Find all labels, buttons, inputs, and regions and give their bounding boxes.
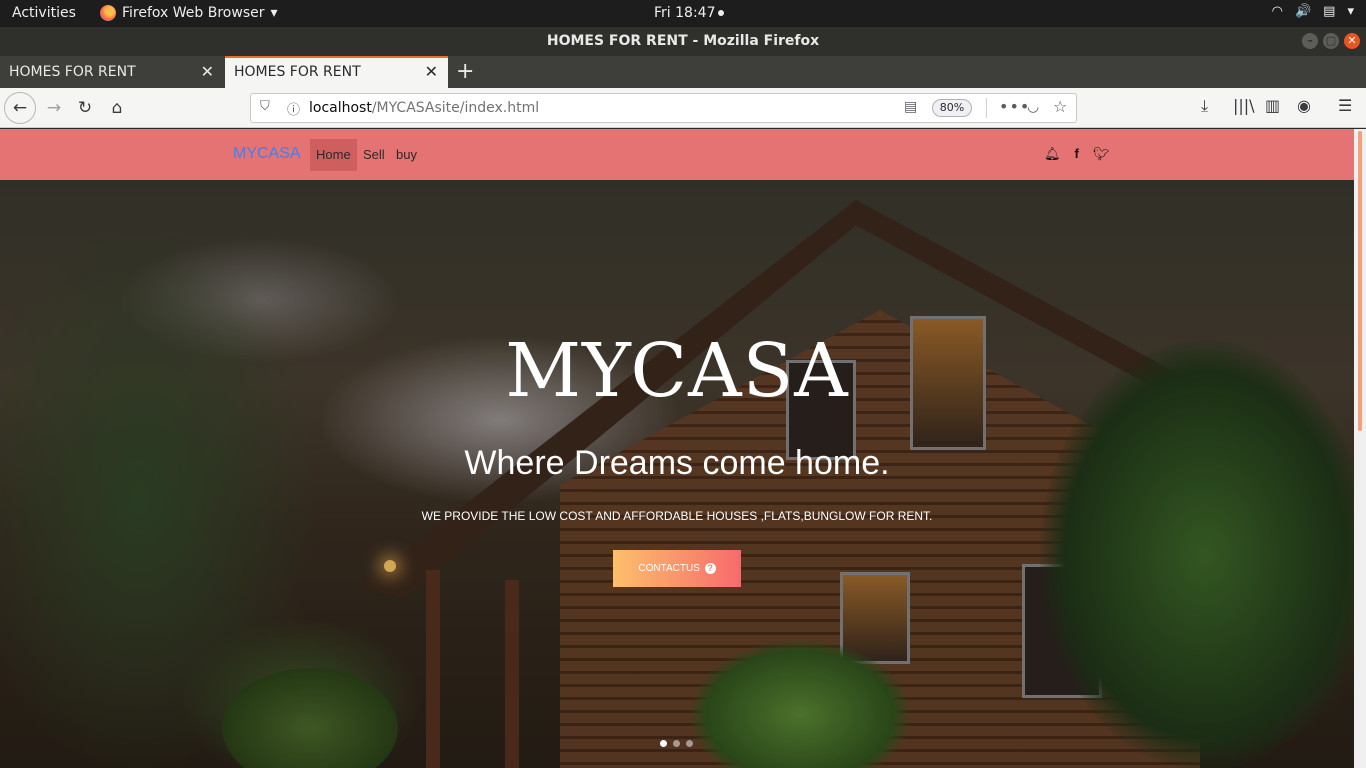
page-scrollbar[interactable] bbox=[1354, 129, 1366, 768]
page-actions-menu-icon[interactable]: ••• bbox=[999, 97, 1030, 116]
nav-link-sell[interactable]: Sell bbox=[357, 139, 391, 171]
forward-arrow-icon[interactable]: → bbox=[40, 94, 68, 122]
volume-icon: 🔊 bbox=[1294, 4, 1312, 19]
carousel-indicator[interactable] bbox=[686, 740, 693, 747]
hero-description: WE PROVIDE THE LOW COST AND AFFORDABLE H… bbox=[421, 509, 933, 523]
notification-dot-icon bbox=[718, 10, 725, 16]
clock-label: Fri 18:47 bbox=[654, 5, 716, 21]
tab-label: HOMES FOR RENT bbox=[9, 64, 136, 80]
zoom-level-badge[interactable]: 80% bbox=[932, 99, 972, 117]
twitter-icon[interactable]: 🐦︎ bbox=[1093, 146, 1110, 162]
system-top-bar: Activities Firefox Web Browser ▾ Fri 18:… bbox=[0, 0, 1366, 27]
hero-subtitle: Where Dreams come home. bbox=[464, 444, 890, 482]
facebook-icon[interactable]: f bbox=[1075, 146, 1079, 162]
clipboard-icon: ▤ bbox=[1323, 4, 1336, 19]
minimize-icon[interactable]: – bbox=[1302, 33, 1318, 49]
reload-icon[interactable]: ↻ bbox=[71, 94, 99, 122]
close-tab-icon[interactable]: ✕ bbox=[201, 56, 214, 88]
url-bar[interactable]: ⛉ ⓘ localhost/MYCASAsite/index.html ▤ 80… bbox=[250, 93, 1077, 123]
site-info-icon[interactable]: ⓘ bbox=[287, 99, 300, 118]
new-tab-plus-icon[interactable]: + bbox=[456, 56, 474, 88]
clock[interactable]: Fri 18:47 bbox=[654, 5, 725, 21]
bookmark-star-icon[interactable]: ☆ bbox=[1053, 97, 1067, 116]
nav-social-icons: 🔔︎ f 🐦︎ bbox=[1044, 146, 1109, 162]
close-window-icon[interactable]: ✕ bbox=[1344, 33, 1360, 49]
nav-link-buy[interactable]: buy bbox=[390, 139, 423, 171]
carousel-indicators bbox=[660, 740, 693, 747]
back-arrow-icon[interactable]: ← bbox=[4, 92, 36, 124]
contact-us-label: CONTACTUS bbox=[638, 563, 700, 574]
url-text[interactable]: localhost/MYCASAsite/index.html bbox=[309, 100, 539, 116]
site-brand[interactable]: MYCASA bbox=[233, 145, 301, 163]
hero-title: MYCASA bbox=[505, 328, 849, 414]
home-icon[interactable]: ⌂ bbox=[103, 94, 131, 122]
tab-homes-for-rent-2[interactable]: HOMES FOR RENT ✕ bbox=[225, 56, 448, 88]
tracking-shield-icon[interactable]: ⛉ bbox=[260, 99, 270, 114]
tab-label: HOMES FOR RENT bbox=[234, 64, 361, 80]
firefox-logo-icon bbox=[100, 5, 116, 21]
app-menu[interactable]: Firefox Web Browser ▾ bbox=[100, 5, 278, 21]
maximize-icon[interactable]: ▢ bbox=[1323, 33, 1339, 49]
scrollbar-thumb[interactable] bbox=[1358, 131, 1362, 431]
hamburger-menu-icon[interactable]: ☰ bbox=[1338, 96, 1352, 115]
browser-toolbar: ← → ↻ ⌂ ⛉ ⓘ localhost/MYCASAsite/index.h… bbox=[0, 88, 1366, 128]
tab-homes-for-rent-1[interactable]: HOMES FOR RENT ✕ bbox=[0, 56, 224, 88]
window-titlebar: HOMES FOR RENT - Mozilla Firefox – ▢ ✕ bbox=[0, 27, 1366, 56]
hero-carousel: MYCASA Where Dreams come home. WE PROVID… bbox=[0, 180, 1366, 768]
window-controls: – ▢ ✕ bbox=[1302, 33, 1360, 49]
site-navbar: MYCASA Home Sell buy 🔔︎ f 🐦︎ bbox=[0, 129, 1354, 180]
carousel-indicator[interactable] bbox=[673, 740, 680, 747]
window-title: HOMES FOR RENT - Mozilla Firefox bbox=[546, 33, 820, 49]
pocket-icon[interactable]: ◡ bbox=[1027, 99, 1039, 115]
tab-strip: HOMES FOR RENT ✕ HOMES FOR RENT ✕ + bbox=[0, 56, 1366, 88]
library-icon[interactable]: |||\ bbox=[1233, 96, 1255, 115]
close-tab-icon[interactable]: ✕ bbox=[425, 58, 438, 86]
contact-us-button[interactable]: CONTACTUS ? bbox=[613, 550, 741, 587]
reader-view-icon[interactable]: ▤ bbox=[904, 99, 917, 115]
url-host: localhost bbox=[309, 100, 372, 116]
carousel-indicator[interactable] bbox=[660, 740, 667, 747]
web-page: MYCASA Home Sell buy 🔔︎ f 🐦︎ MYCASA Wher… bbox=[0, 129, 1366, 768]
chevron-down-icon: ▾ bbox=[1347, 4, 1354, 19]
urlbar-separator bbox=[986, 98, 987, 118]
sidebar-icon[interactable]: ▥ bbox=[1265, 96, 1280, 115]
nav-link-home[interactable]: Home bbox=[310, 139, 357, 171]
question-circle-icon: ? bbox=[704, 563, 716, 574]
chevron-down-icon: ▾ bbox=[270, 5, 278, 21]
bell-icon[interactable]: 🔔︎ bbox=[1044, 146, 1061, 162]
url-path: /MYCASAsite/index.html bbox=[371, 100, 540, 116]
wifi-icon: ◠ bbox=[1271, 4, 1283, 19]
downloads-icon[interactable]: ⤓ bbox=[1201, 96, 1208, 116]
activities-button[interactable]: Activities bbox=[12, 5, 76, 21]
account-icon[interactable]: ◉ bbox=[1297, 96, 1311, 115]
system-tray[interactable]: ◠ 🔊 ▤ ▾ bbox=[1272, 4, 1354, 19]
app-menu-label: Firefox Web Browser bbox=[122, 5, 265, 21]
